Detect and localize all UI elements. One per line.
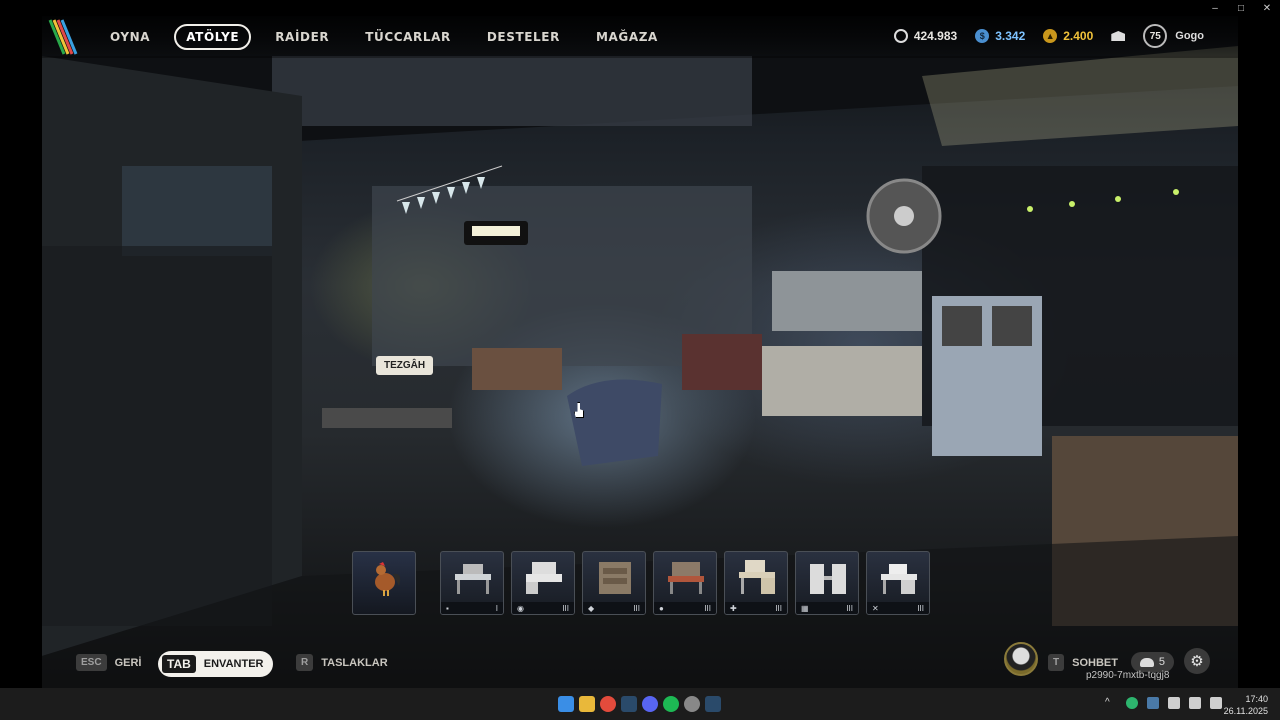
chrome-icon[interactable]: [600, 696, 616, 712]
nav-tab-decks[interactable]: DESTELER: [475, 24, 572, 50]
hotbar-slot-electronics[interactable]: ▦ III: [795, 551, 859, 615]
slot-tier: III: [633, 603, 640, 613]
r-key-hint: R: [296, 654, 314, 671]
game-logo-icon[interactable]: [44, 16, 84, 56]
workbench-icon: [599, 562, 631, 594]
steam-game-icon[interactable]: [705, 696, 721, 712]
player-level-badge[interactable]: 75: [1143, 24, 1168, 48]
chat-label: SOHBET: [1072, 656, 1118, 669]
maximize-button[interactable]: □: [1228, 0, 1254, 16]
slot-type-badge: ◆: [588, 603, 595, 613]
slot-tier: III: [704, 603, 711, 613]
workbench-tooltip: TEZGÂH: [376, 356, 434, 375]
hotbar-slot-medical[interactable]: ● III: [653, 551, 717, 615]
hotbar-slot-rooster[interactable]: [352, 551, 416, 615]
slot-tier: III: [562, 603, 569, 613]
nav-tab-raider[interactable]: RAİDER: [263, 24, 341, 50]
bottom-action-bar: ESC GERİ TAB ENVANTER R TASLAKLAR T SOHB…: [42, 640, 1238, 688]
gold-amount: 2.400: [1063, 29, 1094, 43]
gold-currency[interactable]: ▲ 2.400: [1043, 29, 1093, 43]
clock-date: 26.11.2025: [1223, 706, 1268, 716]
coins-amount: 424.983: [913, 29, 958, 43]
minimize-button[interactable]: –: [1202, 0, 1228, 16]
esc-key-hint: ESC: [76, 654, 107, 671]
blue-amount: 3.342: [995, 29, 1026, 43]
steam-icon[interactable]: [621, 696, 637, 712]
player-avatar[interactable]: [1004, 642, 1038, 676]
hotbar-slot-workbench[interactable]: ▪ I: [440, 551, 504, 615]
file-explorer-icon[interactable]: [579, 696, 595, 712]
window-controls: – □ ✕: [1202, 0, 1280, 16]
nav-tab-store[interactable]: MAĞAZA: [584, 24, 670, 50]
system-tray: ^: [1096, 697, 1222, 709]
hotbar-slot-utility[interactable]: ✕ III: [866, 551, 930, 615]
game-viewport[interactable]: OYNA ATÖLYE RAİDER TÜCCARLAR DESTELER MA…: [42, 16, 1238, 688]
slot-tier: III: [846, 603, 853, 613]
close-button[interactable]: ✕: [1254, 0, 1280, 16]
os-taskbar: ^ 17:40 26.11.2025: [0, 688, 1280, 720]
volume-icon[interactable]: [1210, 697, 1222, 709]
nav-tab-play[interactable]: OYNA: [98, 24, 162, 50]
nav-tab-traders[interactable]: TÜCCARLAR: [353, 24, 463, 50]
currency-bar: 424.983 $ 3.342 ▲ 2.400 75 Gogo: [876, 24, 1204, 48]
rooster-icon: [375, 562, 401, 596]
slot-type-badge: ✕: [872, 603, 879, 613]
friends-button[interactable]: 5: [1130, 652, 1174, 672]
chevron-up-icon[interactable]: ^: [1105, 697, 1117, 709]
workbench-icon: [668, 562, 704, 594]
t-key-hint: T: [1048, 654, 1065, 671]
hotbar-slot-gear-bench[interactable]: ◆ III: [582, 551, 646, 615]
slot-type-badge: ▪: [446, 603, 449, 613]
gold-icon: ▲: [1043, 29, 1058, 43]
workbench-icon: [810, 564, 846, 594]
workstation-hotbar: ▪ I ◉ III ◆ III ● III ✚ III ▦ III ✕ III: [352, 551, 937, 615]
tab-key-hint: TAB: [162, 655, 196, 673]
clock-time: 17:40: [1245, 694, 1268, 704]
player-name[interactable]: Gogo: [1175, 30, 1204, 42]
microphone-icon[interactable]: [1168, 697, 1180, 709]
taskbar-apps: [558, 696, 726, 712]
app-icon[interactable]: [684, 696, 700, 712]
back-button[interactable]: ESC GERİ: [76, 654, 141, 671]
taskbar-clock[interactable]: 17:40 26.11.2025: [1224, 693, 1268, 717]
workbench-icon: [739, 560, 775, 594]
workbench-icon: [881, 564, 917, 594]
main-nav: OYNA ATÖLYE RAİDER TÜCCARLAR DESTELER MA…: [98, 24, 682, 50]
top-navigation-bar: OYNA ATÖLYE RAİDER TÜCCARLAR DESTELER MA…: [42, 16, 1238, 58]
nav-tab-workshop[interactable]: ATÖLYE: [174, 24, 252, 50]
slot-type-badge: ✚: [730, 603, 737, 613]
spotify-icon[interactable]: [663, 696, 679, 712]
token-icon: $: [975, 29, 990, 43]
chat-button[interactable]: T SOHBET: [1048, 654, 1118, 671]
slot-type-badge: ◉: [517, 603, 524, 613]
slot-tier: III: [775, 603, 782, 613]
hotbar-slot-gunsmith[interactable]: ◉ III: [511, 551, 575, 615]
tray-app-icon[interactable]: [1126, 697, 1138, 709]
display-icon[interactable]: [1189, 697, 1201, 709]
hotbar-slot-desk[interactable]: ✚ III: [724, 551, 788, 615]
inventory-button[interactable]: TAB ENVANTER: [158, 651, 274, 677]
workbench-icon: [526, 562, 562, 594]
mail-icon[interactable]: [1111, 31, 1126, 41]
discord-icon[interactable]: [642, 696, 658, 712]
blue-currency[interactable]: $ 3.342: [975, 29, 1025, 43]
settings-gear-icon[interactable]: ⚙: [1184, 648, 1210, 674]
friends-count: 5: [1158, 656, 1165, 668]
session-id: p2990-7mxtb-tqgj8: [1086, 670, 1170, 681]
coins-currency[interactable]: 424.983: [893, 29, 958, 43]
slot-tier: I: [495, 603, 498, 613]
slot-tier: III: [917, 603, 924, 613]
friends-icon: [1139, 657, 1154, 667]
inventory-label: ENVANTER: [203, 658, 264, 670]
steam-tray-icon[interactable]: [1147, 697, 1159, 709]
slot-type-badge: ▦: [801, 603, 809, 613]
slot-type-badge: ●: [659, 603, 664, 613]
blueprints-button[interactable]: R TASLAKLAR: [296, 654, 388, 671]
start-menu-icon[interactable]: [558, 696, 574, 712]
back-label: GERİ: [114, 656, 142, 669]
workbench-icon: [455, 564, 491, 594]
coin-icon: [893, 29, 908, 43]
blueprints-label: TASLAKLAR: [321, 656, 388, 669]
